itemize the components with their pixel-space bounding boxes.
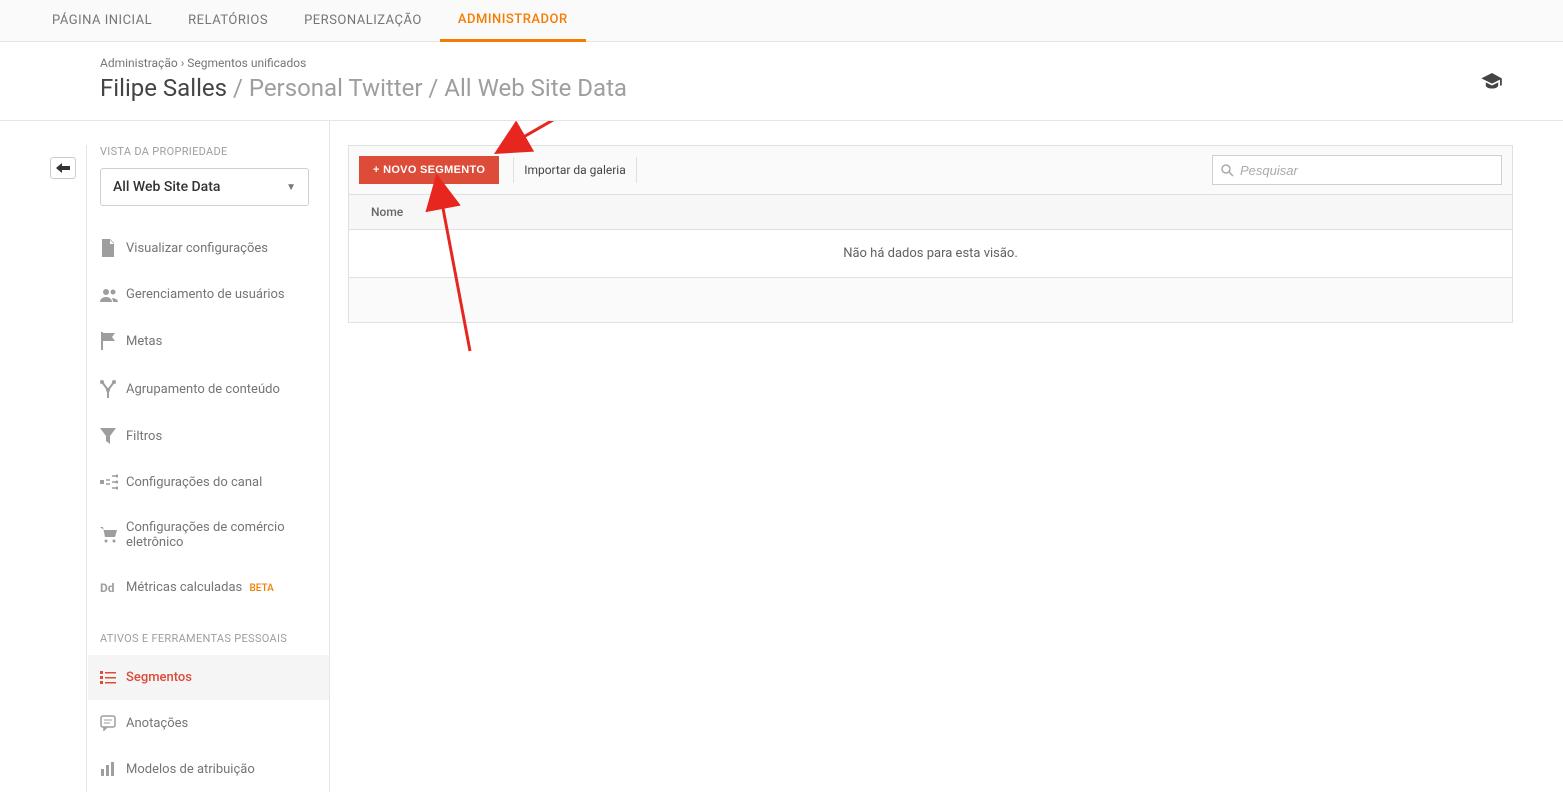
sidebar-item-user-management[interactable]: Gerenciamento de usuários	[100, 272, 329, 317]
table-footer	[349, 278, 1512, 322]
new-segment-button[interactable]: + NOVO SEGMENTO	[359, 156, 499, 184]
sidebar-item-annotations[interactable]: Anotações	[100, 700, 329, 746]
back-button[interactable]	[50, 157, 76, 179]
annotations-icon	[100, 715, 126, 731]
personal-section-label: ATIVOS E FERRAMENTAS PESSOAIS	[100, 632, 329, 645]
sidebar-item-label: Gerenciamento de usuários	[126, 287, 329, 302]
breadcrumb-current: Segmentos unificados	[187, 56, 306, 70]
sidebar-item-filters[interactable]: Filtros	[100, 413, 329, 459]
sidebar-item-label: Modelos de atribuição	[126, 762, 329, 777]
view-section-label: VISTA DA PROPRIEDADE	[100, 145, 329, 158]
sidebar-item-calculated-metrics[interactable]: Dd Métricas calculadas BETA	[100, 565, 329, 610]
sidebar-item-label: Filtros	[126, 429, 329, 444]
sidebar-item-label: Anotações	[126, 716, 329, 731]
attribution-icon	[100, 761, 126, 777]
import-gallery-link[interactable]: Importar da galeria	[513, 157, 637, 183]
filter-icon	[100, 428, 126, 444]
beta-badge: BETA	[249, 583, 273, 594]
sidebar-item-channel-settings[interactable]: Configurações do canal	[100, 459, 329, 505]
property-path: / Personal Twitter / All Web Site Data	[227, 74, 627, 102]
search-box[interactable]	[1212, 155, 1502, 185]
top-nav: PÁGINA INICIAL RELATÓRIOS PERSONALIZAÇÃO…	[0, 0, 1563, 42]
sidebar-item-ecommerce-settings[interactable]: Configurações de comércio eletrônico	[100, 505, 329, 565]
sidebar-item-label: Métricas calculadas BETA	[126, 580, 329, 595]
sidebar-item-label: Metas	[126, 334, 329, 349]
search-icon	[1221, 164, 1234, 177]
dd-icon: Dd	[100, 581, 126, 595]
view-select-value: All Web Site Data	[113, 179, 220, 195]
tab-reports[interactable]: RELATÓRIOS	[170, 0, 286, 42]
account-name: Filipe Salles	[100, 74, 227, 102]
content: + NOVO SEGMENTO Importar da galeria Nome…	[330, 121, 1563, 792]
sidebar-item-segments[interactable]: Segmentos	[88, 655, 329, 700]
file-icon	[100, 239, 126, 257]
breadcrumb: Administração › Segmentos unificados	[100, 56, 1463, 70]
table-empty-message: Não há dados para esta visão.	[349, 230, 1512, 278]
graduation-cap-icon[interactable]	[1481, 73, 1503, 89]
main: VISTA DA PROPRIEDADE All Web Site Data ▼…	[0, 121, 1563, 792]
branch-icon	[100, 380, 126, 398]
sidebar-item-attribution[interactable]: Modelos de atribuição	[100, 746, 329, 792]
cart-icon	[100, 527, 126, 543]
view-select[interactable]: All Web Site Data ▼	[100, 168, 309, 206]
breadcrumb-root[interactable]: Administração	[100, 56, 178, 70]
flag-icon	[100, 332, 126, 350]
sidebar-item-label: Agrupamento de conteúdo	[126, 382, 329, 397]
sidebar-item-label: Configurações de comércio eletrônico	[126, 520, 329, 550]
tab-admin[interactable]: ADMINISTRADOR	[440, 0, 586, 42]
sidebar-item-content-grouping[interactable]: Agrupamento de conteúdo	[100, 365, 329, 413]
users-icon	[100, 288, 126, 302]
channel-icon	[100, 474, 126, 490]
tab-customization[interactable]: PERSONALIZAÇÃO	[286, 0, 440, 42]
segments-icon	[100, 671, 126, 685]
page-title: Filipe Salles / Personal Twitter / All W…	[100, 74, 1463, 102]
page-header: Administração › Segmentos unificados Fil…	[0, 42, 1563, 121]
search-input[interactable]	[1240, 163, 1493, 178]
sidebar: VISTA DA PROPRIEDADE All Web Site Data ▼…	[0, 121, 330, 792]
segments-panel: + NOVO SEGMENTO Importar da galeria Nome…	[348, 145, 1513, 323]
sidebar-item-label: Configurações do canal	[126, 475, 329, 490]
sidebar-item-view-settings[interactable]: Visualizar configurações	[100, 224, 329, 272]
sidebar-item-label: Segmentos	[126, 670, 329, 685]
sidebar-divider	[86, 145, 87, 792]
chevron-down-icon: ▼	[286, 182, 296, 193]
table-header-name[interactable]: Nome	[349, 195, 1512, 230]
sidebar-item-label: Visualizar configurações	[126, 241, 329, 256]
panel-toolbar: + NOVO SEGMENTO Importar da galeria	[349, 146, 1512, 195]
tab-home[interactable]: PÁGINA INICIAL	[34, 0, 170, 42]
sidebar-item-goals[interactable]: Metas	[100, 317, 329, 365]
